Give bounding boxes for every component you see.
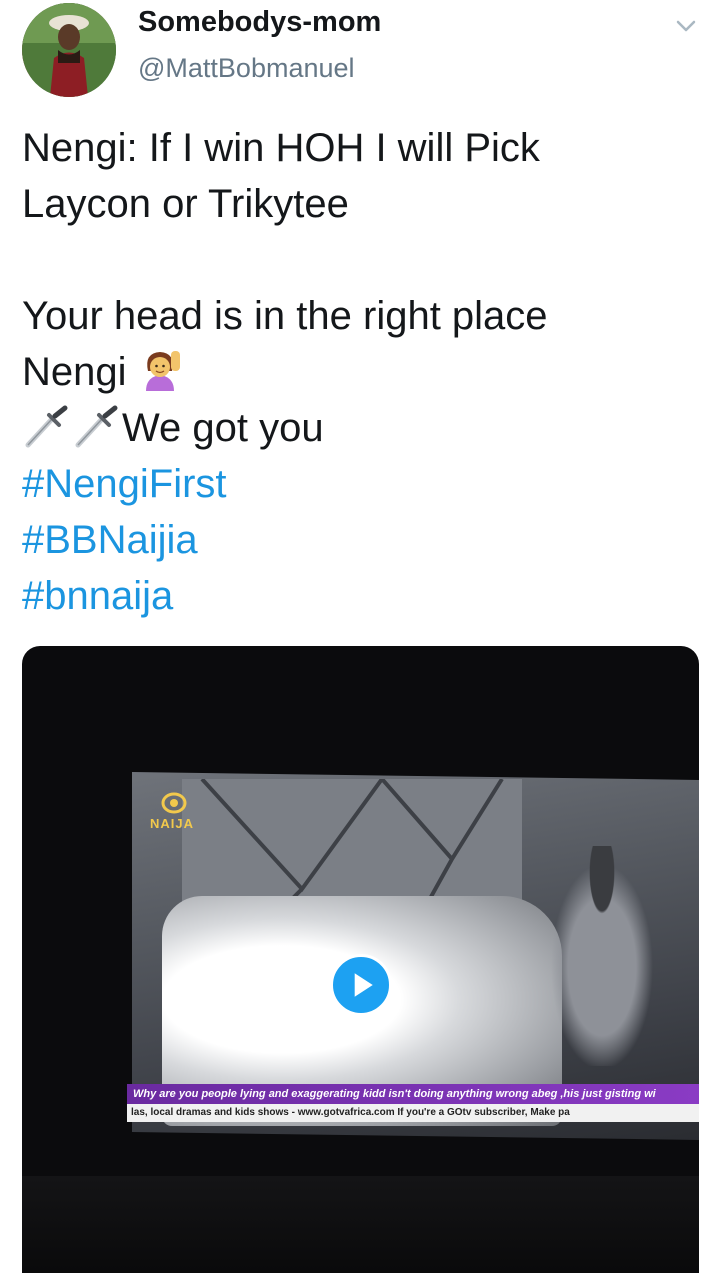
play-icon xyxy=(354,973,373,997)
tweet-line: Nengi: If I win HOH I will Pick xyxy=(22,126,540,170)
tweet-line-text: We got you xyxy=(122,406,324,450)
hashtag-link[interactable]: #NengiFirst xyxy=(22,456,702,512)
video-ticker-top: Why are you people lying and exaggeratin… xyxy=(127,1084,699,1104)
video-logo-text: NAIJA xyxy=(150,816,195,831)
hashtag-link[interactable]: #bnnaija xyxy=(22,568,702,624)
tweet-text: Nengi: If I win HOH I will Pick Laycon o… xyxy=(22,120,702,624)
tweet-line: Your head is in the right place xyxy=(22,294,548,338)
author-handle[interactable]: @MattBobmanuel xyxy=(138,53,355,84)
avatar-image xyxy=(22,3,116,97)
tweet-line: Laycon or Trikytee xyxy=(22,182,349,226)
hashtag-link[interactable]: #BBNaijia xyxy=(22,512,702,568)
video-media[interactable]: NAIJA Why are you people lying and exagg… xyxy=(22,646,699,1273)
tweet-line-with-emoji: We got you xyxy=(22,400,702,456)
person-raising-hand-emoji xyxy=(138,347,182,391)
tweet-line-text: Nengi xyxy=(22,350,127,394)
dagger-emoji xyxy=(22,405,72,449)
dagger-emoji xyxy=(72,405,122,449)
author-display-name[interactable]: Somebodys-mom xyxy=(138,6,381,39)
tweet-line-with-emoji: Nengi xyxy=(22,344,702,400)
author-avatar[interactable] xyxy=(22,3,116,97)
play-button[interactable] xyxy=(330,954,392,1016)
video-ticker-bottom: las, local dramas and kids shows - www.g… xyxy=(127,1104,699,1122)
chevron-down-icon[interactable] xyxy=(672,14,700,38)
video-scene-person xyxy=(542,846,662,1066)
tv-frame-bottom xyxy=(22,1176,699,1273)
